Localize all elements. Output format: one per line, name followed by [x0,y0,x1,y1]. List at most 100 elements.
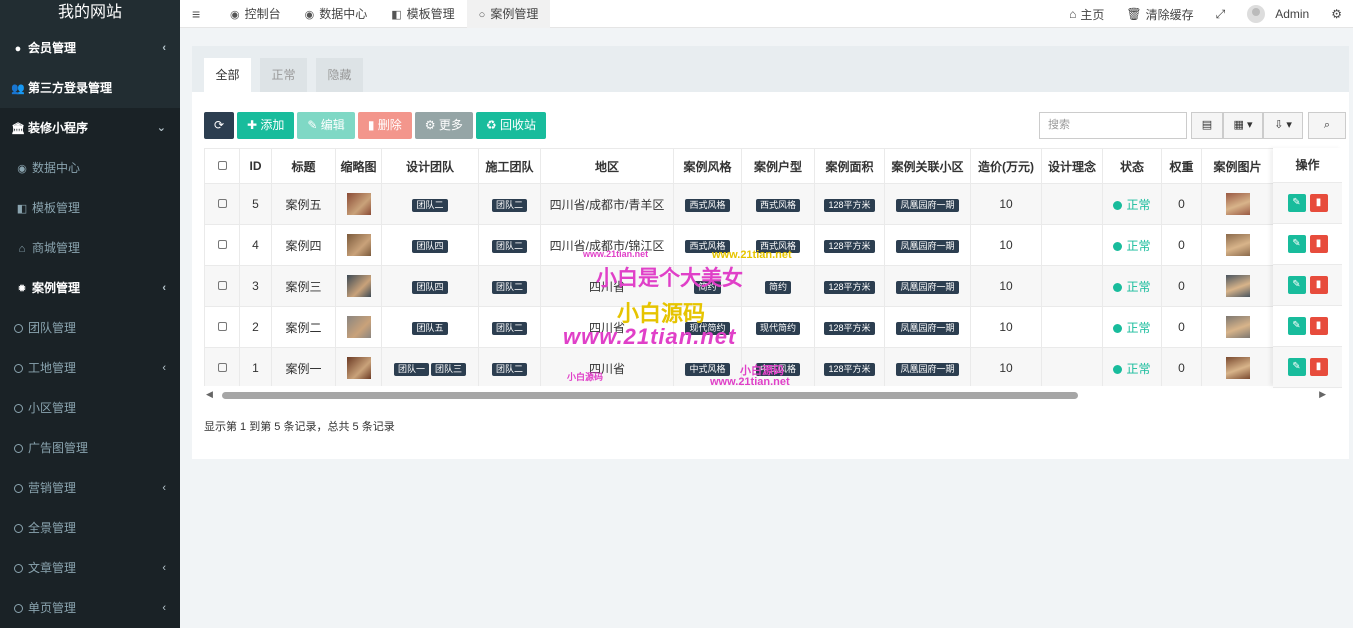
recycle-bin-button[interactable]: ♻ 回收站 [475,112,546,139]
sidebar-item-9[interactable]: 小区管理 [0,388,180,428]
sidebar-item-1[interactable]: 👥 第三方登录管理 [0,68,180,108]
tab-all[interactable]: 全部 [204,58,251,92]
sidebar-item-5[interactable]: ⌂ 商城管理 [0,228,180,268]
row-checkbox[interactable] [217,363,227,372]
row-delete-button[interactable]: ▮ [1309,276,1328,294]
tab-hidden[interactable]: 隐藏 [316,58,363,92]
sidebar-item-13[interactable]: 文章管理 ‹ [0,548,180,588]
toggle-view-button[interactable]: ▤ [1191,112,1223,139]
status-badge[interactable]: 正常 [1113,198,1151,212]
sidebar-item-11[interactable]: 营销管理 ‹ [0,468,180,508]
tab-data-center[interactable]: ◉ 数据中心 [293,0,380,28]
row-checkbox[interactable] [217,322,227,331]
thumbnail-image[interactable] [346,275,371,297]
sidebar-item-2[interactable]: 🏛 装修小程序 ⌄ [0,108,180,148]
sidebar-item-label: 单页管理 [28,601,77,615]
status-badge[interactable]: 正常 [1113,362,1151,376]
column-header[interactable]: 案例户型 [741,148,815,184]
sidebar-item-10[interactable]: 广告图管理 [0,428,180,468]
tab-normal[interactable]: 正常 [260,58,307,92]
table-row[interactable]: 5 案例五 团队二 团队二 四川省/成都市/青羊区 西式风格 西式风格 128平方米 凤凰园府一… [204,183,1322,225]
more-button[interactable]: ⚙ 更多 [414,112,473,139]
column-header[interactable]: 标题 [271,148,336,184]
menu-toggle-icon[interactable]: ≡ [192,6,200,22]
column-header[interactable]: ID [239,148,272,184]
sidebar-item-7[interactable]: 团队管理 [0,308,180,348]
row-checkbox[interactable] [217,281,227,290]
column-header[interactable]: 地区 [540,148,674,184]
export-button[interactable]: ⇩ ▾ [1263,112,1303,139]
scroll-left-icon[interactable]: ◀ [206,389,213,400]
column-header[interactable]: 设计理念 [1041,148,1103,184]
row-delete-button[interactable]: ▮ [1309,194,1328,212]
column-header[interactable]: 案例风格 [673,148,742,184]
table-cell: 5 [239,183,272,225]
scroll-right-icon[interactable]: ▶ [1319,389,1326,400]
case-image[interactable] [1225,316,1250,338]
columns-button[interactable]: ▦ ▾ [1223,112,1263,139]
row-edit-button[interactable]: ✎ [1287,358,1306,376]
user-menu[interactable]: Admin [1236,5,1320,23]
sidebar-item-6[interactable]: ✹ 案例管理 ‹ [0,268,180,308]
row-edit-button[interactable]: ✎ [1287,235,1306,253]
case-image[interactable] [1225,193,1250,215]
column-header[interactable]: 权重 [1161,148,1202,184]
table-row[interactable]: 1 案例一 团队一 团队三 团队二 四川省 中式风格 中式风格 128平方米 凤凰园府一期 10 正常… [204,347,1322,386]
sidebar-item-12[interactable]: 全景管理 [0,508,180,548]
row-edit-button[interactable]: ✎ [1287,317,1306,335]
sidebar-item-3[interactable]: ◉ 数据中心 [0,148,180,188]
case-image[interactable] [1225,275,1250,297]
row-checkbox[interactable] [217,199,227,208]
advanced-search-button[interactable]: ⌕ [1308,112,1346,139]
status-badge[interactable]: 正常 [1113,321,1151,335]
case-image[interactable] [1225,234,1250,256]
fullscreen-button[interactable]: ⤢ [1205,7,1237,22]
status-badge[interactable]: 正常 [1113,280,1151,294]
clear-cache-button[interactable]: 🗑 清除缓存 [1115,6,1204,23]
column-header[interactable]: 设计团队 [381,148,479,184]
row-delete-button[interactable]: ▮ [1309,235,1328,253]
column-header[interactable]: 缩略图 [335,148,382,184]
tab-dashboard[interactable]: ◉ 控制台 [218,0,293,28]
row-checkbox[interactable] [217,240,227,249]
edit-button[interactable]: ✎ 编辑 [297,112,355,139]
table-row[interactable]: 4 案例四 团队四 团队二 四川省/成都市/锦江区 西式风格 西式风格 128平方米 凤凰园府一… [204,224,1322,266]
column-header[interactable]: 状态 [1102,148,1162,184]
settings-button[interactable]: ⚙ [1320,7,1353,21]
select-all-checkbox[interactable] [217,161,227,170]
pencil-icon: ✎ [307,118,321,132]
row-delete-button[interactable]: ▮ [1309,358,1328,376]
row-edit-button[interactable]: ✎ [1287,276,1306,294]
column-header[interactable]: 案例图片 [1201,148,1274,184]
thumbnail-image[interactable] [346,234,371,256]
delete-button[interactable]: ▮ 删除 [357,112,412,139]
sidebar-item-0[interactable]: ● 会员管理 ‹ [0,28,180,68]
scroll-thumb[interactable] [222,392,1078,399]
pagination-info: 显示第 1 到第 5 条记录，总共 5 条记录 [204,421,395,433]
brand-logo[interactable]: 我的网站 [0,0,180,28]
row-delete-button[interactable]: ▮ [1309,317,1328,335]
tab-cases[interactable]: ○ 案例管理 [466,0,551,28]
column-header[interactable]: 案例面积 [814,148,885,184]
search-input[interactable]: 搜索 [1039,112,1187,139]
sidebar-item-8[interactable]: 工地管理 ‹ [0,348,180,388]
home-link[interactable]: ⌂ 主页 [1058,6,1115,23]
row-title: 案例二 [285,320,322,335]
add-button[interactable]: ✚ 添加 [237,112,295,139]
thumbnail-image[interactable] [346,357,371,379]
refresh-button[interactable]: ⟳ [204,112,234,139]
table-row[interactable]: 2 案例二 团队五 团队二 四川省 现代简约 现代简约 128平方米 凤凰园府一期 10 正常 0 [204,306,1322,348]
thumbnail-image[interactable] [346,193,371,215]
status-badge[interactable]: 正常 [1113,239,1151,253]
tab-templates[interactable]: ◧ 模板管理 [379,0,466,28]
case-image[interactable] [1225,357,1250,379]
horizontal-scrollbar[interactable]: ◀ ▶ [204,389,1334,400]
sidebar-item-4[interactable]: ◧ 模板管理 [0,188,180,228]
column-header[interactable]: 案例关联小区 [884,148,971,184]
column-header[interactable]: 造价(万元) [970,148,1042,184]
thumbnail-image[interactable] [346,316,371,338]
sidebar-item-14[interactable]: 单页管理 ‹ [0,588,180,628]
table-row[interactable]: 3 案例三 团队四 团队二 四川省 简约 简约 128平方米 凤凰园府一期 10 正常 0 [204,265,1322,307]
row-edit-button[interactable]: ✎ [1287,194,1306,212]
column-header[interactable]: 施工团队 [478,148,541,184]
